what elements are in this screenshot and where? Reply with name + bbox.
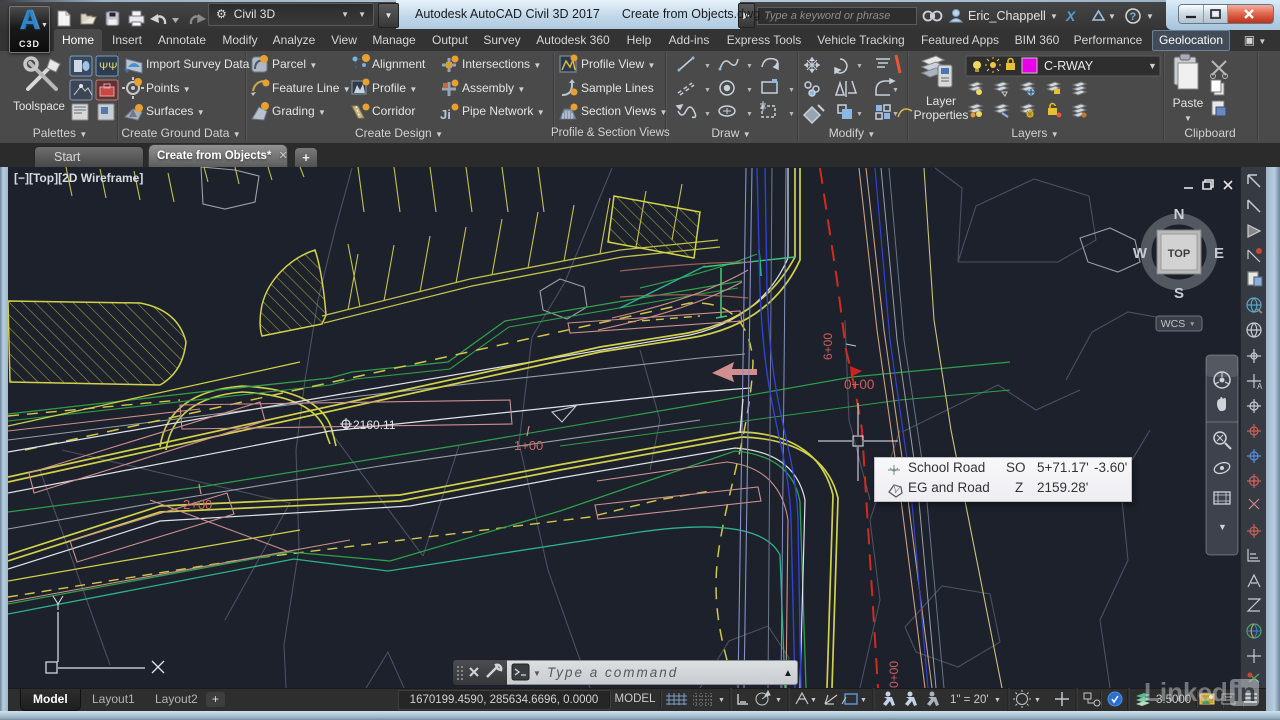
svg-text:1+00: 1+00 <box>514 438 543 453</box>
svg-text:2160.11: 2160.11 <box>353 418 396 432</box>
svg-text:0+00: 0+00 <box>844 377 874 392</box>
svg-text:▼: ▼ <box>1050 12 1058 21</box>
svg-text:2+00: 2+00 <box>183 497 212 512</box>
svg-text:▼: ▼ <box>704 63 711 70</box>
svg-text:N: N <box>1174 206 1185 223</box>
svg-text:▼: ▼ <box>1034 697 1041 704</box>
svg-text:▼: ▼ <box>1148 61 1157 71</box>
svg-text:W: W <box>1133 245 1148 262</box>
svg-text:▼: ▼ <box>1108 12 1116 21</box>
svg-text:▼: ▼ <box>1146 12 1154 21</box>
svg-text:Eric_Chappell: Eric_Chappell <box>968 9 1046 23</box>
svg-text:Type a command: Type a command <box>547 665 678 680</box>
svg-text:ΨΨ: ΨΨ <box>99 61 117 73</box>
svg-text:▼: ▼ <box>746 63 753 70</box>
svg-text:1" = 20': 1" = 20' <box>950 694 989 706</box>
svg-text:WCS: WCS <box>1161 318 1186 330</box>
svg-text:▼: ▼ <box>860 697 867 704</box>
svg-text:C-RWAY: C-RWAY <box>1044 59 1094 73</box>
svg-text:▼: ▼ <box>1218 522 1227 532</box>
svg-text:S: S <box>1174 285 1184 302</box>
svg-text:X: X <box>1065 8 1077 24</box>
svg-text:▼: ▼ <box>856 111 863 118</box>
svg-text:Ji: Ji <box>440 107 451 122</box>
svg-text:TOP: TOP <box>1168 248 1190 260</box>
svg-text:▼: ▼ <box>788 111 795 118</box>
svg-text:?: ? <box>1130 11 1137 23</box>
svg-text:6+00: 6+00 <box>821 333 835 360</box>
svg-text:▼: ▼ <box>718 697 725 704</box>
svg-text:▼: ▼ <box>704 111 711 118</box>
svg-text:▼: ▼ <box>856 63 863 70</box>
svg-text:E: E <box>1214 245 1224 262</box>
svg-text:▼: ▼ <box>704 87 711 94</box>
svg-text:▼: ▼ <box>788 87 795 94</box>
svg-text:▼: ▼ <box>810 697 817 704</box>
svg-text:▼: ▼ <box>746 87 753 94</box>
svg-text:▼: ▼ <box>892 87 899 94</box>
svg-text:▼: ▼ <box>994 697 1001 704</box>
svg-text:▼: ▼ <box>746 111 753 118</box>
svg-text:▲: ▲ <box>783 668 793 679</box>
svg-text:A: A <box>1257 382 1263 391</box>
svg-text:▼: ▼ <box>533 669 541 678</box>
svg-text:▼: ▼ <box>775 697 782 704</box>
svg-text:▼: ▼ <box>1189 321 1195 328</box>
svg-text:0+00: 0+00 <box>887 661 901 688</box>
